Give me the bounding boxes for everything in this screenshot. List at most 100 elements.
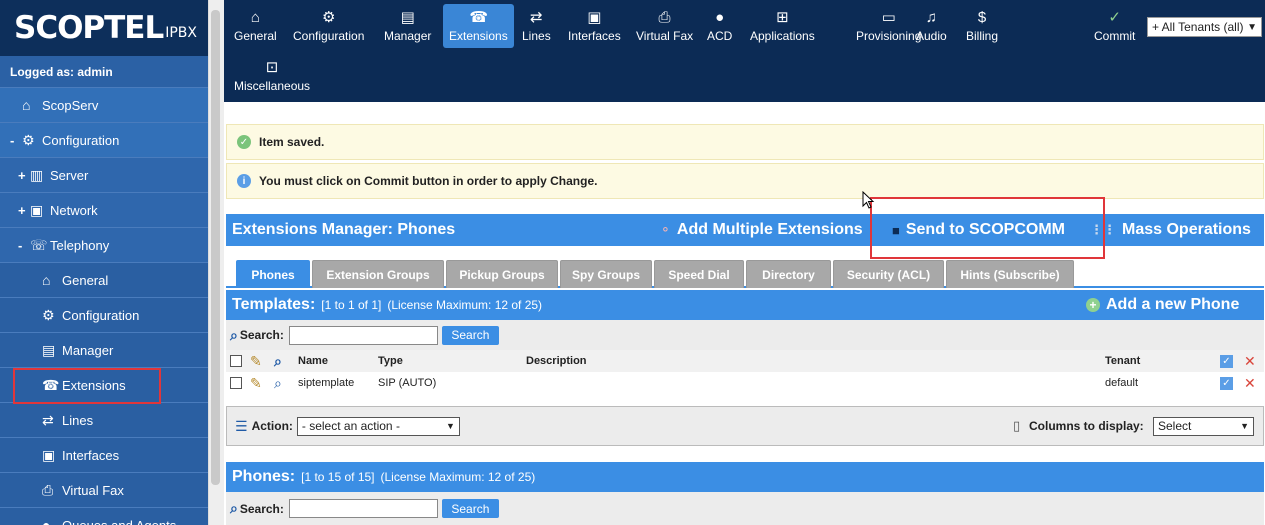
saved-message: ✓ Item saved. — [226, 124, 1264, 160]
nav-miscellaneous[interactable]: ⊡ Miscellaneous — [228, 54, 316, 98]
nav-acd[interactable]: ● ACD — [701, 4, 738, 48]
sidebar-item-label: Interfaces — [62, 447, 120, 463]
collapse-icon[interactable]: - — [18, 238, 30, 253]
home-icon: ⌂ — [22, 97, 31, 113]
nav-manager[interactable]: ▤ Manager — [378, 4, 437, 48]
send-to-scopcomm-link[interactable]: ■ Send to SCOPCOMM — [892, 214, 1065, 246]
row-tenant: default — [1105, 377, 1139, 389]
phones-search-row: ⌕ Search: Search — [226, 492, 1264, 525]
row-type: SIP (AUTO) — [378, 377, 437, 389]
sidebar-item-general[interactable]: ⌂ General — [0, 263, 208, 298]
select-all-checkbox[interactable] — [230, 355, 242, 367]
nav-general[interactable]: ⌂ General — [228, 4, 283, 48]
chevron-down-icon: ▼ — [445, 421, 455, 431]
col-type[interactable]: Type — [378, 355, 403, 367]
row-delete-icon[interactable]: ✕ — [1244, 375, 1256, 392]
check-all-icon[interactable]: ✓ — [1220, 354, 1233, 368]
applications-icon: ⊞ — [776, 9, 789, 26]
tab-security-acl[interactable]: Security (ACL) — [833, 260, 944, 288]
nav-commit[interactable]: ✓ Commit — [1088, 4, 1141, 48]
phones-search-button[interactable]: Search — [441, 499, 499, 518]
sidebar-item-configuration[interactable]: ⚙ Configuration — [0, 298, 208, 333]
chevron-down-icon: ▼ — [1247, 21, 1257, 33]
saved-message-text: Item saved. — [259, 135, 325, 149]
col-name[interactable]: Name — [298, 355, 328, 367]
templates-search-button[interactable]: Search — [441, 325, 499, 345]
add-new-phone-label: Add a new Phone — [1106, 296, 1240, 313]
agent-icon: ● — [42, 517, 51, 525]
tab-spy-groups[interactable]: Spy Groups — [560, 260, 652, 288]
sidebar-item-interfaces[interactable]: ▣ Interfaces — [0, 438, 208, 473]
search-icon: ⌕ — [230, 500, 238, 516]
action-bar: ☰ Action: - select an action - ▼ ▯ Colum… — [226, 406, 1264, 446]
sidebar-item-lines[interactable]: ⇄ Lines — [0, 403, 208, 438]
nav-label: General — [234, 29, 277, 43]
sidebar-item-extensions[interactable]: ☎ Extensions — [0, 368, 208, 403]
nav-audio[interactable]: ♫ Audio — [910, 4, 953, 48]
col-description[interactable]: Description — [526, 355, 587, 367]
lines-icon: ⇄ — [42, 412, 54, 428]
sidebar-item-telephony[interactable]: - ☏ Telephony — [0, 228, 208, 263]
sidebar-item-configuration[interactable]: - ⚙ Configuration — [0, 123, 208, 158]
brand-sub: IPBX — [165, 25, 198, 41]
sidebar-item-queues-and-agents[interactable]: ● Queues and Agents — [0, 508, 208, 525]
server-icon: ▥ — [30, 167, 44, 183]
expand-icon[interactable]: + — [18, 203, 30, 218]
nav-lines[interactable]: ⇄ Lines — [516, 4, 557, 48]
nav-label: Manager — [384, 29, 432, 43]
telephony-icon: ☏ — [30, 237, 48, 253]
tab-extension-groups[interactable]: Extension Groups — [312, 260, 444, 288]
logo[interactable]: SCOPTEL IPBX — [0, 0, 208, 56]
interfaces-icon: ▣ — [587, 9, 602, 26]
sidebar-scrollbar-thumb[interactable] — [211, 10, 220, 485]
sidebar-item-manager[interactable]: ▤ Manager — [0, 333, 208, 368]
interfaces-icon: ▣ — [42, 447, 56, 463]
row-checkbox[interactable] — [230, 377, 242, 389]
billing-icon: $ — [977, 9, 987, 26]
nav-interfaces[interactable]: ▣ Interfaces — [562, 4, 627, 48]
delete-all-icon[interactable]: ✕ — [1244, 353, 1256, 370]
nav-extensions[interactable]: ☎ Extensions — [443, 4, 514, 48]
add-new-phone-link[interactable]: + Add a new Phone — [1086, 290, 1239, 320]
view-icon[interactable]: ⌕ — [274, 375, 282, 392]
phone-icon: ☎ — [42, 377, 60, 393]
mouse-cursor-icon — [862, 191, 875, 209]
network-icon: ▣ — [30, 202, 44, 218]
edit-icon[interactable]: ✎ — [250, 375, 262, 392]
nav-configuration[interactable]: ⚙ Configuration — [287, 4, 370, 48]
nav-billing[interactable]: $ Billing — [960, 4, 1004, 48]
tab-hints-subscribe[interactable]: Hints (Subscribe) — [946, 260, 1074, 288]
add-multiple-extensions-link[interactable]: ⚬ Add Multiple Extensions — [660, 214, 863, 246]
nav-applications[interactable]: ⊞ Applications — [744, 4, 821, 48]
sidebar-item-server[interactable]: + ▥ Server — [0, 158, 208, 193]
phones-search-label: Search: — [239, 501, 284, 516]
phones-header: Phones: [1 to 15 of 15] (License Maximum… — [226, 462, 1264, 492]
sidebar-item-network[interactable]: + ▣ Network — [0, 193, 208, 228]
row-check-icon[interactable]: ✓ — [1220, 376, 1233, 390]
phones-search-input[interactable] — [288, 499, 438, 518]
tenant-select[interactable]: + All Tenants (all) ▼ — [1147, 17, 1262, 37]
commit-notice-text: You must click on Commit button in order… — [259, 174, 598, 188]
templates-search-input[interactable] — [288, 325, 438, 345]
gear-icon: ⚙ — [42, 307, 55, 323]
add-multiple-label: Add Multiple Extensions — [676, 221, 863, 238]
provisioning-icon: ▭ — [881, 9, 896, 26]
mass-operations-link[interactable]: ⋮⋮ Mass Operations — [1090, 214, 1251, 246]
music-icon: ♫ — [925, 9, 937, 26]
manager-icon: ▤ — [42, 342, 56, 358]
sidebar-item-label: Configuration — [42, 132, 120, 148]
columns-select[interactable]: Select ▼ — [1153, 416, 1254, 436]
expand-icon[interactable]: + — [18, 168, 30, 183]
tab-phones[interactable]: Phones — [236, 260, 310, 288]
tab-speed-dial[interactable]: Speed Dial — [654, 260, 744, 288]
col-tenant[interactable]: Tenant — [1105, 355, 1140, 367]
sidebar-item-scopserv[interactable]: ⌂ ScopServ — [0, 88, 208, 123]
action-select[interactable]: - select an action - ▼ — [296, 416, 460, 436]
tab-pickup-groups[interactable]: Pickup Groups — [446, 260, 558, 288]
nav-virtual-fax[interactable]: ⎙ Virtual Fax — [630, 4, 699, 48]
collapse-icon[interactable]: - — [10, 133, 22, 148]
tab-directory[interactable]: Directory — [746, 260, 831, 288]
info-icon: i — [237, 174, 251, 188]
sidebar-item-virtual-fax[interactable]: ⎙ Virtual Fax — [0, 473, 208, 508]
lines-icon: ⇄ — [530, 9, 543, 26]
